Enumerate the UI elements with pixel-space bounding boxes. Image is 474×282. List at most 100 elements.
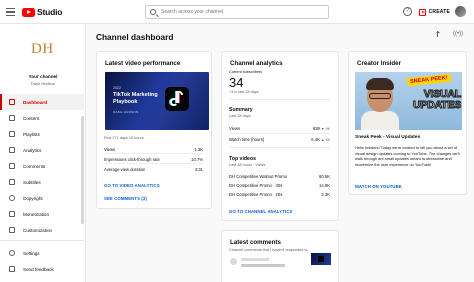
summary-row: Watch time (hours) 6.4K ▲ 6K (229, 135, 330, 143)
sidebar-item-analytics[interactable]: Analytics (0, 142, 84, 158)
sidebar-item-copyright[interactable]: Copyright (0, 190, 84, 206)
top-video-views: 2.3K (321, 191, 330, 197)
presenter-image (361, 78, 399, 130)
youtube-play-icon (22, 7, 35, 17)
sidebar-item-content[interactable]: Content (0, 110, 84, 126)
thumbnail-brand: DASH HUDSON (113, 110, 139, 114)
feedback-icon (9, 266, 15, 272)
video-thumbnail[interactable]: 2022 TikTok Marketing Playbook DASH HUDS… (105, 72, 209, 130)
top-video-title: DH Competitive Promo · 30s (229, 182, 283, 188)
sidebar-item-label: Playlists (23, 131, 40, 137)
top-videos-period: Last 48 hours · Views (229, 163, 266, 167)
commenter-avatar (230, 258, 237, 265)
top-video-row[interactable]: DH Competitive Promo · 20s 2.3K (229, 190, 330, 198)
sidebar-item-label: Customization (23, 227, 53, 233)
sidebar-item-feedback[interactable]: Send feedback (0, 261, 84, 277)
content-icon (9, 115, 15, 121)
sidebar-item-monetization[interactable]: Monetization (0, 206, 84, 222)
summary-change: ▲ 6K (321, 137, 330, 142)
search-box[interactable] (145, 5, 329, 19)
create-button[interactable]: CREATE (419, 6, 450, 18)
monetization-icon (9, 211, 15, 217)
stat-row: Average view duration 2:31 (104, 165, 203, 173)
comments-subtitle: Channel comments that I haven't responde… (229, 248, 308, 252)
comment-video-thumbnail[interactable] (311, 253, 331, 265)
sidebar-item-playlists[interactable]: Playlists (0, 126, 84, 142)
section-divider (229, 99, 330, 100)
row-divider (104, 163, 203, 164)
card-title: Latest comments (230, 239, 281, 246)
stat-value: 2:31 (194, 166, 203, 172)
search-icon[interactable] (150, 9, 156, 15)
thumbnail-title: TikTok Marketing Playbook (113, 92, 158, 105)
create-video-icon (419, 8, 426, 16)
sidebar-item-label: Analytics (23, 147, 42, 153)
top-videos-title: Top videos (229, 156, 256, 162)
tiktok-logo-icon (165, 87, 189, 111)
card-title: Latest video performance (105, 60, 181, 67)
subtitles-icon (9, 179, 15, 185)
sidebar-item-label: Comments (23, 163, 46, 169)
sidebar-scrollbar[interactable] (81, 116, 84, 224)
latest-video-card: Latest video performance 2022 TikTok Mar… (96, 51, 212, 209)
stat-label: Views (104, 146, 116, 152)
go-to-channel-analytics-link[interactable]: GO TO CHANNEL ANALYTICS (229, 209, 292, 214)
subscribers-label: Current subscribers (229, 70, 263, 74)
summary-change: ▼ 9K (321, 126, 330, 131)
analytics-icon (9, 147, 15, 153)
top-video-views: 60.5K (319, 173, 330, 179)
upload-icon[interactable] (434, 30, 442, 38)
stat-row: Views 1.3K (104, 145, 203, 153)
settings-icon (9, 250, 15, 256)
channel-avatar[interactable]: DH (31, 41, 54, 58)
summary-title: Summary (229, 107, 253, 113)
summary-label: Watch time (hours) (229, 136, 265, 142)
create-label: CREATE (428, 9, 450, 15)
see-comments-link[interactable]: SEE COMMENTS (3) (104, 196, 147, 201)
sidebar-item-settings[interactable]: Settings (0, 245, 84, 261)
stat-label: Impressions click-through rate (104, 156, 160, 162)
creator-insider-card: Creator Insider SNEAK PEEK! VISUAL UPDAT… (348, 51, 467, 195)
stat-value: 1.3K (194, 146, 203, 152)
account-avatar[interactable] (455, 6, 466, 17)
help-icon[interactable]: ? (403, 7, 412, 16)
copyright-icon (9, 195, 15, 201)
page-title: Channel dashboard (96, 32, 174, 42)
studio-logo[interactable]: Studio (22, 7, 62, 17)
sidebar: DH Your channel Dash Hudson Dashboard Co… (0, 24, 86, 282)
go-live-icon[interactable]: ((•)) (453, 30, 463, 38)
insider-video-thumbnail[interactable]: SNEAK PEEK! VISUAL UPDATES (355, 72, 462, 130)
top-video-row[interactable]: DH Competitive Walmut Promo 60.5K (229, 172, 330, 180)
top-video-row[interactable]: DH Competitive Promo · 30s 14.9K (229, 181, 330, 189)
dashboard-icon (9, 99, 15, 105)
customization-icon (9, 227, 15, 233)
card-title: Creator Insider (357, 60, 402, 67)
sidebar-item-label: Copyright (23, 195, 43, 201)
comment-text (241, 264, 285, 267)
insider-video-title[interactable]: Sneak Peek - Visual Updates (355, 135, 420, 140)
top-video-title: DH Competitive Walmut Promo (229, 173, 288, 179)
menu-icon[interactable] (6, 8, 15, 16)
video-period: First 271 days 15 hours (104, 136, 144, 140)
summary-row: Views 638 ▼ 9K (229, 124, 330, 132)
thumbnail-year: 2022 (113, 86, 121, 90)
section-divider (229, 147, 330, 148)
channel-title: Your channel (28, 74, 58, 79)
search-input[interactable] (161, 7, 321, 17)
sidebar-item-label: Send feedback (23, 266, 54, 272)
stat-label: Average view duration (104, 166, 146, 172)
watch-on-youtube-link[interactable]: WATCH ON YOUTUBE (355, 184, 402, 189)
summary-label: Views (229, 125, 241, 131)
thumbnail-headline: VISUAL UPDATES (413, 88, 462, 111)
sidebar-item-subtitles[interactable]: Subtitles (0, 174, 84, 190)
sidebar-item-dashboard[interactable]: Dashboard (0, 94, 84, 110)
summary-values: 638 ▼ 9K (313, 126, 330, 131)
summary-value: 638 (312, 125, 320, 131)
stat-row: Impressions click-through rate 10.7% (104, 155, 203, 163)
sidebar-item-customization[interactable]: Customization (0, 222, 84, 238)
card-title: Channel analytics (230, 60, 283, 67)
sidebar-item-label: Subtitles (23, 179, 41, 185)
sidebar-item-label: Monetization (23, 211, 50, 217)
sidebar-item-comments[interactable]: Comments (0, 158, 84, 174)
go-to-video-analytics-link[interactable]: GO TO VIDEO ANALYTICS (104, 183, 160, 188)
